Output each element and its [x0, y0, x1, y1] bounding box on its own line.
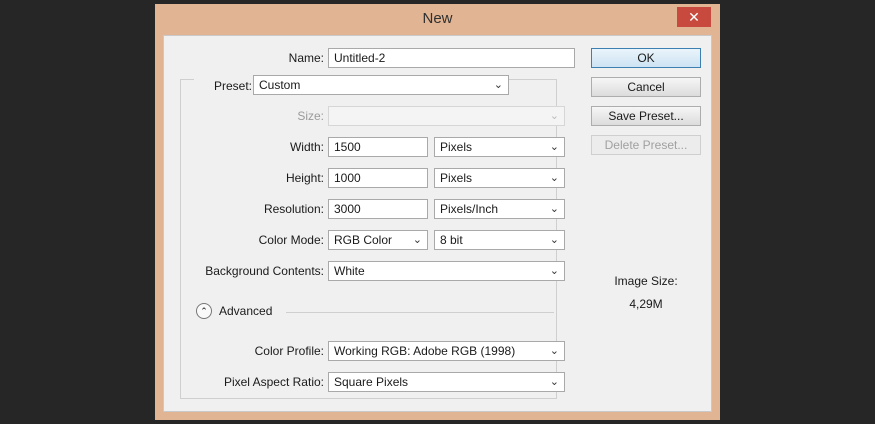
color-profile-value: Working RGB: Adobe RGB (1998): [334, 344, 516, 358]
chevron-down-icon: ⌄: [549, 234, 559, 246]
advanced-label: Advanced: [219, 304, 273, 318]
chevron-down-icon: ⌄: [549, 376, 559, 388]
color-mode-value: RGB Color: [334, 233, 393, 247]
cancel-button[interactable]: Cancel: [591, 77, 701, 97]
chevron-down-icon: ⌄: [549, 345, 559, 357]
pixel-aspect-ratio-dropdown[interactable]: Square Pixels ⌄: [328, 372, 565, 392]
color-mode-label: Color Mode:: [258, 233, 324, 247]
close-icon: ✕: [688, 9, 700, 25]
pixel-aspect-ratio-value: Square Pixels: [334, 375, 409, 389]
image-size-label: Image Size:: [614, 274, 678, 288]
height-unit-dropdown[interactable]: Pixels ⌄: [434, 168, 565, 188]
size-label: Size:: [297, 109, 324, 123]
preset-value: Custom: [259, 78, 301, 92]
chevron-down-icon: ⌄: [493, 79, 503, 91]
delete-preset-button: Delete Preset...: [591, 135, 701, 155]
color-profile-dropdown[interactable]: Working RGB: Adobe RGB (1998) ⌄: [328, 341, 565, 361]
resolution-unit-dropdown[interactable]: Pixels/Inch ⌄: [434, 199, 565, 219]
width-input[interactable]: 1500: [328, 137, 428, 157]
width-unit-dropdown[interactable]: Pixels ⌄: [434, 137, 565, 157]
height-unit-value: Pixels: [440, 171, 473, 185]
background-contents-dropdown[interactable]: White ⌄: [328, 261, 565, 281]
preset-dropdown[interactable]: Custom ⌄: [253, 75, 509, 95]
dialog-title: New: [422, 10, 453, 27]
bit-depth-dropdown[interactable]: 8 bit ⌄: [434, 230, 565, 250]
color-mode-dropdown[interactable]: RGB Color ⌄: [328, 230, 428, 250]
save-preset-button[interactable]: Save Preset...: [591, 106, 701, 126]
color-profile-label: Color Profile:: [254, 344, 324, 358]
height-label: Height:: [285, 171, 324, 185]
advanced-divider: [286, 312, 554, 313]
width-label: Width:: [289, 140, 324, 154]
resolution-label: Resolution:: [263, 202, 324, 216]
height-input[interactable]: 1000: [328, 168, 428, 188]
pixel-aspect-ratio-label: Pixel Aspect Ratio:: [223, 375, 324, 389]
name-label: Name:: [288, 51, 324, 65]
chevron-up-icon: ⌃: [200, 306, 208, 316]
resolution-input[interactable]: 3000: [328, 199, 428, 219]
bit-depth-value: 8 bit: [440, 233, 463, 247]
chevron-down-icon: ⌄: [412, 234, 422, 246]
preset-label: Preset:: [194, 76, 255, 96]
chevron-down-icon: ⌄: [549, 265, 559, 277]
background-contents-value: White: [334, 264, 365, 278]
chevron-down-icon: ⌄: [549, 203, 559, 215]
chevron-down-icon: ⌄: [549, 172, 559, 184]
ok-button[interactable]: OK: [591, 48, 701, 68]
chevron-down-icon: ⌄: [549, 110, 559, 122]
advanced-toggle-button[interactable]: ⌃: [196, 303, 212, 319]
dialog-content: Name: Untitled-2 Preset: Custom ⌄ Size: ⌄…: [163, 35, 712, 412]
new-document-dialog: New ✕ Name: Untitled-2 Preset: Custom ⌄ S…: [155, 4, 720, 420]
image-size-value: 4,29M: [629, 297, 663, 311]
chevron-down-icon: ⌄: [549, 141, 559, 153]
name-input[interactable]: Untitled-2: [328, 48, 575, 68]
resolution-unit-value: Pixels/Inch: [440, 202, 499, 216]
size-dropdown: ⌄: [328, 106, 565, 126]
close-button[interactable]: ✕: [677, 7, 711, 27]
background-contents-label: Background Contents:: [205, 264, 324, 278]
width-unit-value: Pixels: [440, 140, 473, 154]
